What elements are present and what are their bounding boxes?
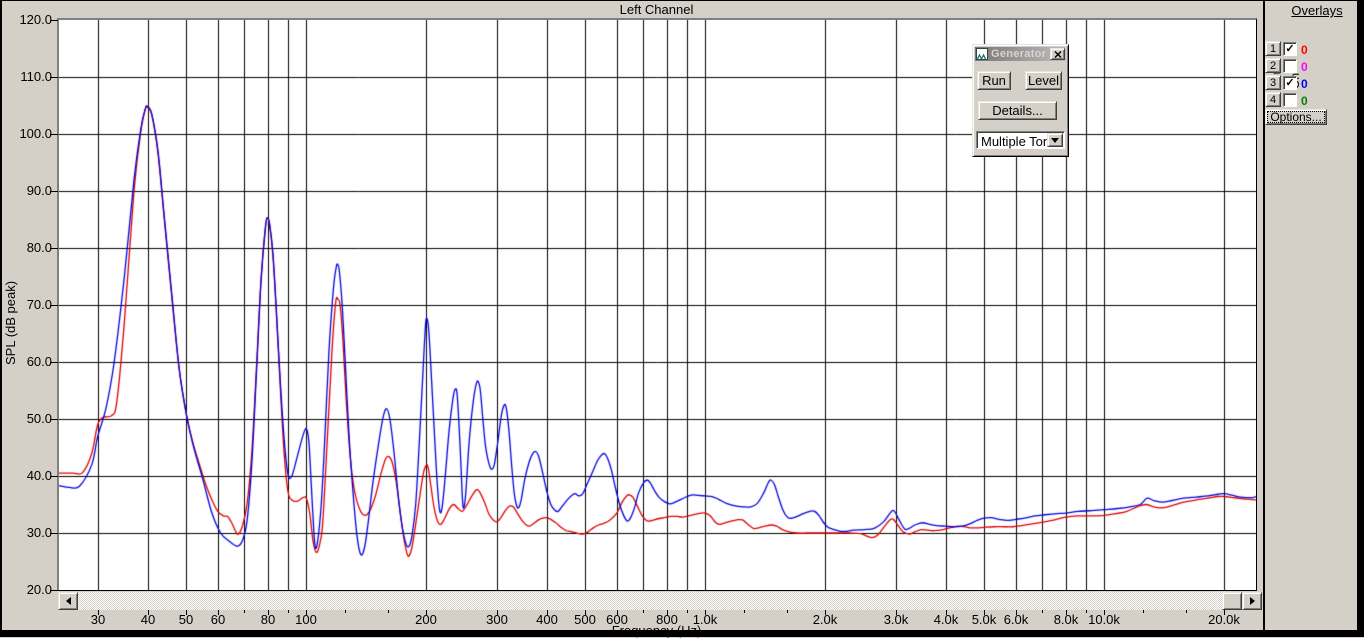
y-tick-label: 80.0 [26, 240, 52, 255]
run-button[interactable]: Run [977, 71, 1011, 90]
y-tick-mark [50, 20, 58, 21]
y-tick-mark [50, 476, 58, 477]
y-tick-label: 40.0 [26, 468, 52, 483]
generator-title: Generator [991, 48, 1047, 60]
overlay-value-2: 0 [1301, 60, 1308, 74]
y-tick-label: 70.0 [26, 297, 52, 312]
window-edge-left [0, 0, 2, 637]
generator-titlebar[interactable]: Generator [975, 47, 1066, 61]
x-tick-mark [1186, 610, 1187, 613]
details-button[interactable]: Details... [978, 101, 1057, 120]
y-tick-mark [50, 419, 58, 420]
overlay-value-3: 0 [1301, 77, 1308, 91]
y-tick-label: 50.0 [26, 411, 52, 426]
overlay-value-1: 0 [1301, 43, 1308, 57]
signal-type-value: Multiple Ton [981, 134, 1051, 149]
y-tick-mark [50, 533, 58, 534]
y-tick-mark [50, 362, 58, 363]
generator-dialog: Generator Run Level Details... Multiple … [972, 44, 1069, 157]
chart-title: Left Channel [619, 2, 694, 17]
x-tick-mark [787, 610, 788, 613]
y-tick-label: 90.0 [26, 183, 52, 198]
waveform-icon [976, 48, 988, 61]
y-tick-label: 120.0 [19, 12, 52, 27]
x-tick-label: 20.0k [1208, 612, 1240, 627]
options-button[interactable]: Options... [1265, 109, 1327, 125]
y-tick-mark [50, 305, 58, 306]
plot-area [57, 18, 1257, 591]
x-tick-mark [345, 610, 346, 613]
x-tick-label: 1.0k [692, 612, 718, 627]
x-tick-mark [744, 610, 745, 613]
overlay-value-4: 0 [1301, 94, 1308, 108]
spectrum-plot-canvas [59, 20, 1256, 590]
scroll-right-button[interactable] [1242, 592, 1262, 610]
y-tick-mark [50, 590, 58, 591]
x-scrollbar-track[interactable] [78, 592, 1242, 610]
overlay-set-button-3[interactable]: 3 [1265, 75, 1281, 90]
chevron-down-icon[interactable] [1047, 133, 1063, 147]
overlay-on-checkbox-2[interactable] [1283, 59, 1297, 73]
x-tick-label: 2.0k [812, 612, 838, 627]
y-tick-label: 60.0 [26, 354, 52, 369]
y-tick-mark [50, 77, 58, 78]
y-tick-mark [50, 191, 58, 192]
window-edge-right [1357, 0, 1364, 637]
x-tick-label: 100 [295, 612, 317, 627]
close-icon[interactable] [1050, 48, 1065, 60]
level-button[interactable]: Level [1025, 71, 1062, 90]
y-tick-mark [50, 134, 58, 135]
window-edge-top [0, 0, 1364, 1]
scroll-left-button[interactable] [58, 592, 78, 610]
overlays-title: Overlays [1291, 3, 1343, 18]
y-tick-label: 20.0 [26, 582, 52, 597]
overlay-on-checkbox-1[interactable]: ✓ [1283, 42, 1297, 56]
overlay-on-checkbox-4[interactable] [1283, 93, 1297, 107]
overlay-set-button-2[interactable]: 2 [1265, 58, 1281, 73]
overlay-on-checkbox-3[interactable]: ✓ [1283, 76, 1297, 90]
arrow-left-icon [65, 597, 71, 605]
x-tick-mark [1143, 610, 1144, 613]
arrow-right-icon [1249, 597, 1255, 605]
y-tick-label: 30.0 [26, 525, 52, 540]
app-window: { "chart_data": { "type": "line", "title… [0, 0, 1364, 638]
overlay-set-button-1[interactable]: 1 [1265, 41, 1281, 56]
y-tick-mark [50, 248, 58, 249]
x-tick-mark [388, 610, 389, 613]
overlay-set-button-4[interactable]: 4 [1265, 92, 1281, 107]
x-tick-label: 10.0k [1088, 612, 1120, 627]
x-scrollbar-thumb[interactable] [1222, 592, 1242, 610]
signal-type-select[interactable]: Multiple Ton [976, 131, 1065, 149]
x-tick-label: 200 [415, 612, 437, 627]
y-tick-label: 110.0 [20, 69, 52, 84]
y-tick-label: 100.0 [19, 126, 52, 141]
